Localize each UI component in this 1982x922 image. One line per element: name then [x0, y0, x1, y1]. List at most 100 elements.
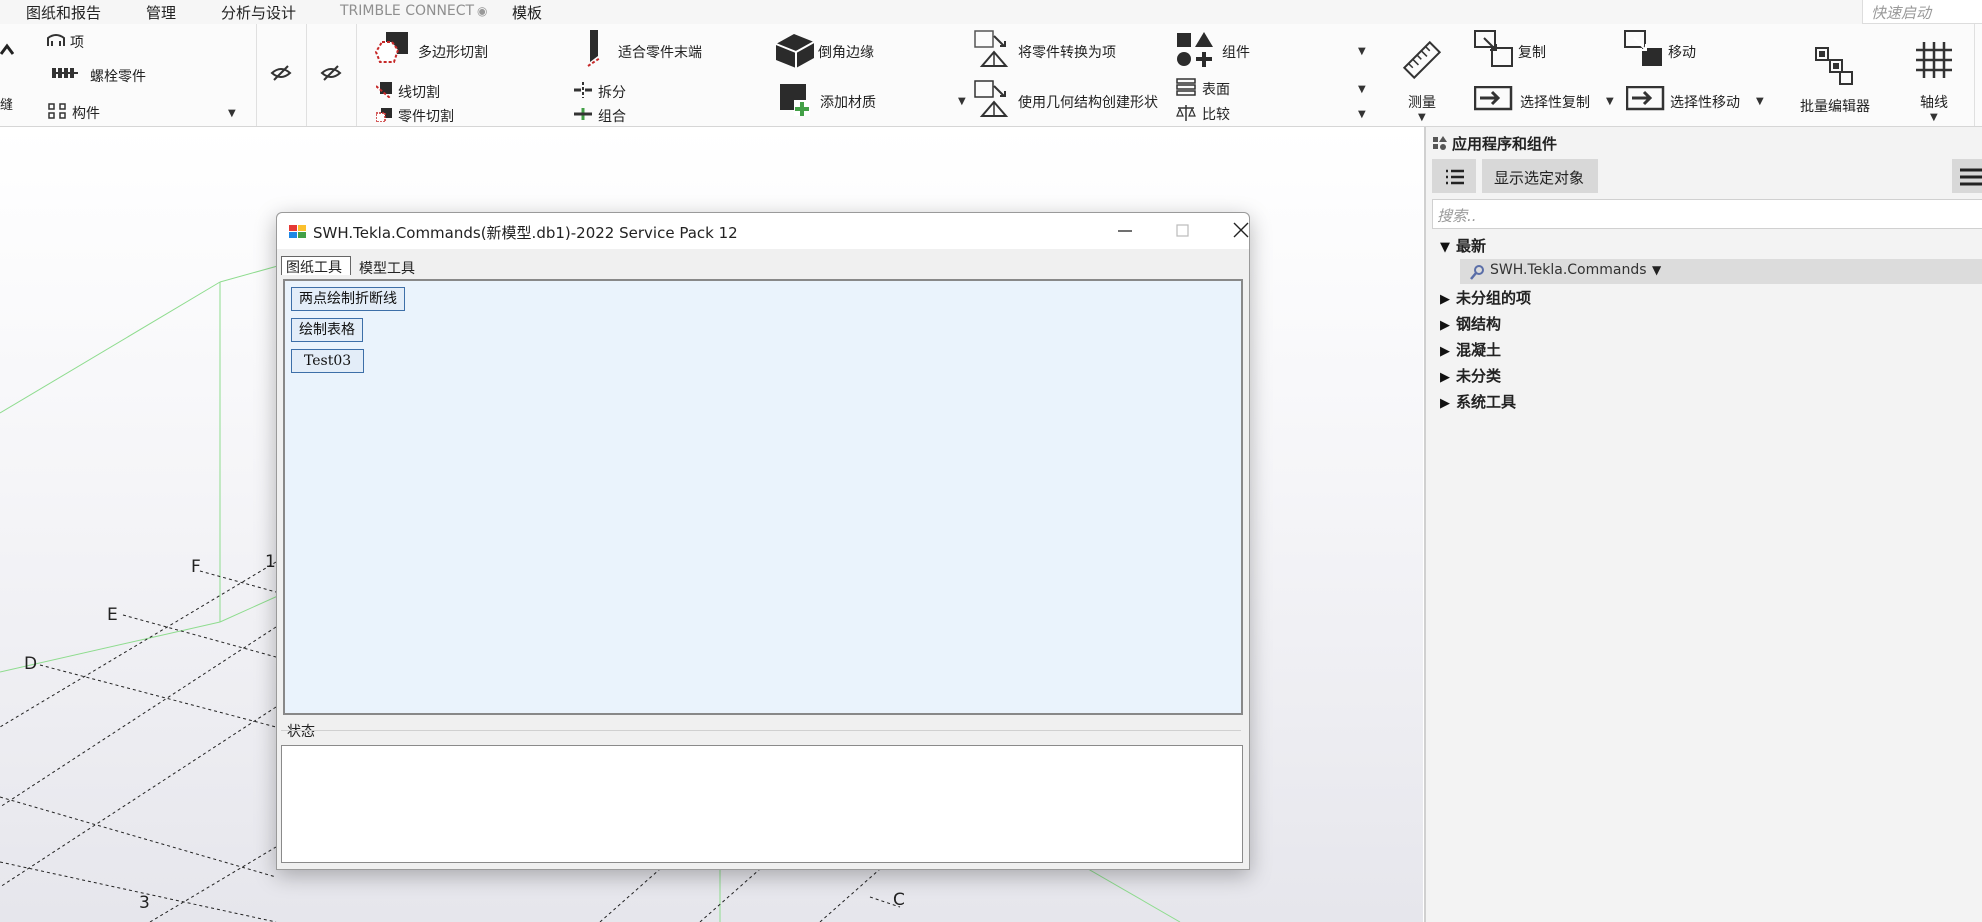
tree-node-concrete[interactable]: ▶ 混凝土: [1440, 339, 1501, 363]
chevron-down-icon[interactable]: ▼: [1930, 112, 1938, 123]
applications-components-panel: 应用程序和组件 显示选定对象 搜索.. ▼ 最新 SWH.Tekla.Comman…: [1424, 127, 1982, 922]
bulk-editor-button[interactable]: 批量编辑器: [1800, 96, 1870, 116]
test03-button[interactable]: Test03: [291, 349, 365, 373]
fit-part-end-icon: [587, 30, 600, 67]
chevron-down-icon[interactable]: ▼: [1358, 84, 1366, 95]
grid-button[interactable]: 轴线: [1920, 92, 1948, 112]
chevron-up-icon[interactable]: [0, 42, 14, 58]
grid-label-f: F: [191, 557, 201, 577]
ribbon-separator: [306, 24, 307, 126]
copy-selective-button[interactable]: 选择性复制: [1520, 92, 1590, 112]
chamfer-edges-button[interactable]: 倒角边缘: [818, 42, 874, 62]
minimize-icon: [1118, 230, 1132, 232]
commands-dialog: SWH.Tekla.Commands(新模型.db1)-2022 Service…: [276, 212, 1250, 870]
chevron-down-icon[interactable]: ▼: [1418, 112, 1426, 123]
measure-icon: [1402, 40, 1442, 80]
tree-node-uncategorized[interactable]: ▶ 未分类: [1440, 365, 1501, 389]
maximize-icon: [1176, 224, 1189, 237]
list-view-button[interactable]: [1432, 159, 1476, 193]
item-button[interactable]: 项: [70, 32, 84, 52]
collapsed-arrow-icon: ▶: [1440, 396, 1450, 411]
tree-node-label: 钢结构: [1456, 315, 1502, 333]
compare-button[interactable]: 比较: [1202, 104, 1230, 124]
line-cut-icon: [376, 82, 392, 98]
create-shape-icon: [974, 80, 1009, 117]
tree-node-recent[interactable]: ▼ 最新: [1440, 235, 1486, 259]
menu-templates[interactable]: 模板: [512, 2, 542, 23]
tree-node-steel[interactable]: ▶ 钢结构: [1440, 313, 1501, 337]
show-selected-button[interactable]: 显示选定对象: [1482, 159, 1598, 193]
components-button[interactable]: 组件: [1222, 42, 1250, 62]
menu-trimble-connect[interactable]: TRIMBLE CONNECT: [340, 3, 474, 19]
menu-drawings-reports[interactable]: 图纸和报告: [26, 2, 101, 23]
list-icon: [1446, 169, 1464, 185]
menu-analysis-design[interactable]: 分析与设计: [221, 2, 296, 23]
combine-button[interactable]: 组合: [598, 106, 626, 126]
chevron-down-icon[interactable]: ▼: [1606, 96, 1614, 107]
item-icon: [47, 34, 65, 46]
grid-label-1: 1: [265, 552, 276, 572]
line-cut-button[interactable]: 线切割: [398, 82, 440, 102]
move-selective-icon: [1626, 86, 1665, 111]
cutoff-label: 缝: [0, 98, 14, 113]
show-selected-label: 显示选定对象: [1494, 169, 1585, 187]
ribbon: 缝 项 螺栓零件 构件 ▼ 多边形切割 线切割 零件切割 适合零件末端 拆分 组…: [0, 24, 1982, 127]
expanded-arrow-icon: ▼: [1440, 240, 1450, 255]
component-tool-button[interactable]: 构件: [72, 103, 100, 123]
dialog-titlebar[interactable]: SWH.Tekla.Commands(新模型.db1)-2022 Service…: [277, 213, 1249, 249]
eye-hidden-icon: ◉: [477, 4, 488, 18]
part-cut-button[interactable]: 零件切割: [398, 106, 454, 126]
close-button[interactable]: [1219, 217, 1263, 245]
convert-to-item-button[interactable]: 将零件转换为项: [1018, 42, 1116, 62]
tree-node-ungrouped[interactable]: ▶ 未分组的项: [1440, 287, 1531, 311]
split-icon: [574, 82, 592, 98]
status-textbox[interactable]: [281, 745, 1243, 863]
tree-item-swh-tekla-commands[interactable]: SWH.Tekla.Commands ▼: [1460, 259, 1982, 284]
panel-menu-button[interactable]: [1952, 159, 1982, 193]
search-input[interactable]: 搜索..: [1432, 199, 1982, 229]
menu-manage[interactable]: 管理: [146, 2, 176, 23]
tree-item-label: SWH.Tekla.Commands: [1490, 262, 1647, 278]
tree-node-label: 未分组的项: [1456, 289, 1532, 307]
chevron-down-icon[interactable]: ▼: [958, 96, 966, 107]
surface-icon: [1176, 78, 1196, 96]
grid-label-e: E: [107, 605, 118, 625]
move-button[interactable]: 移动: [1668, 42, 1696, 62]
draw-break-line-button[interactable]: 两点绘制折断线: [291, 287, 405, 311]
surface-button[interactable]: 表面: [1202, 79, 1230, 99]
ribbon-separator: [256, 24, 257, 126]
chevron-down-icon[interactable]: ▼: [1358, 109, 1366, 120]
tab-drawing-tools[interactable]: 图纸工具: [281, 256, 351, 276]
fit-part-end-button[interactable]: 适合零件末端: [618, 42, 702, 62]
add-material-button[interactable]: 添加材质: [820, 92, 876, 112]
chevron-down-icon[interactable]: ▼: [1756, 96, 1764, 107]
maximize-button[interactable]: [1161, 217, 1205, 245]
quick-launch-input[interactable]: 快速启动: [1862, 0, 1982, 24]
tab-label: 图纸工具: [286, 260, 342, 276]
quick-launch-placeholder: 快速启动: [1871, 4, 1932, 22]
draw-table-button[interactable]: 绘制表格: [291, 318, 363, 342]
create-shape-button[interactable]: 使用几何结构创建形状: [1018, 92, 1158, 112]
tree-node-label: 未分类: [1456, 367, 1502, 385]
split-button[interactable]: 拆分: [598, 82, 626, 102]
minimize-button[interactable]: [1103, 217, 1147, 245]
measure-button[interactable]: 测量: [1408, 92, 1436, 112]
status-label: 状态: [287, 724, 315, 740]
grid-label-d: D: [24, 654, 38, 674]
move-selective-button[interactable]: 选择性移动: [1670, 92, 1740, 112]
tree-node-system-tools[interactable]: ▶ 系统工具: [1440, 391, 1516, 415]
component-icon: [48, 103, 66, 119]
show-hidden-icon[interactable]: [320, 64, 342, 82]
dialog-title: SWH.Tekla.Commands(新模型.db1)-2022 Service…: [313, 224, 738, 242]
copy-button[interactable]: 复制: [1518, 42, 1546, 62]
chevron-down-icon[interactable]: ▼: [228, 108, 236, 119]
chevron-down-icon[interactable]: ▼: [1358, 46, 1366, 57]
chevron-down-icon[interactable]: ▼: [1652, 263, 1661, 277]
copy-selective-icon: [1474, 86, 1513, 111]
polygon-cut-button[interactable]: 多边形切割: [418, 42, 488, 62]
bolt-part-button[interactable]: 螺栓零件: [90, 66, 146, 86]
tab-content-panel: 两点绘制折断线 绘制表格 Test03: [283, 279, 1243, 715]
hide-icon[interactable]: [270, 64, 292, 82]
tab-model-tools[interactable]: 模型工具: [359, 258, 415, 278]
copy-icon: [1474, 30, 1513, 67]
